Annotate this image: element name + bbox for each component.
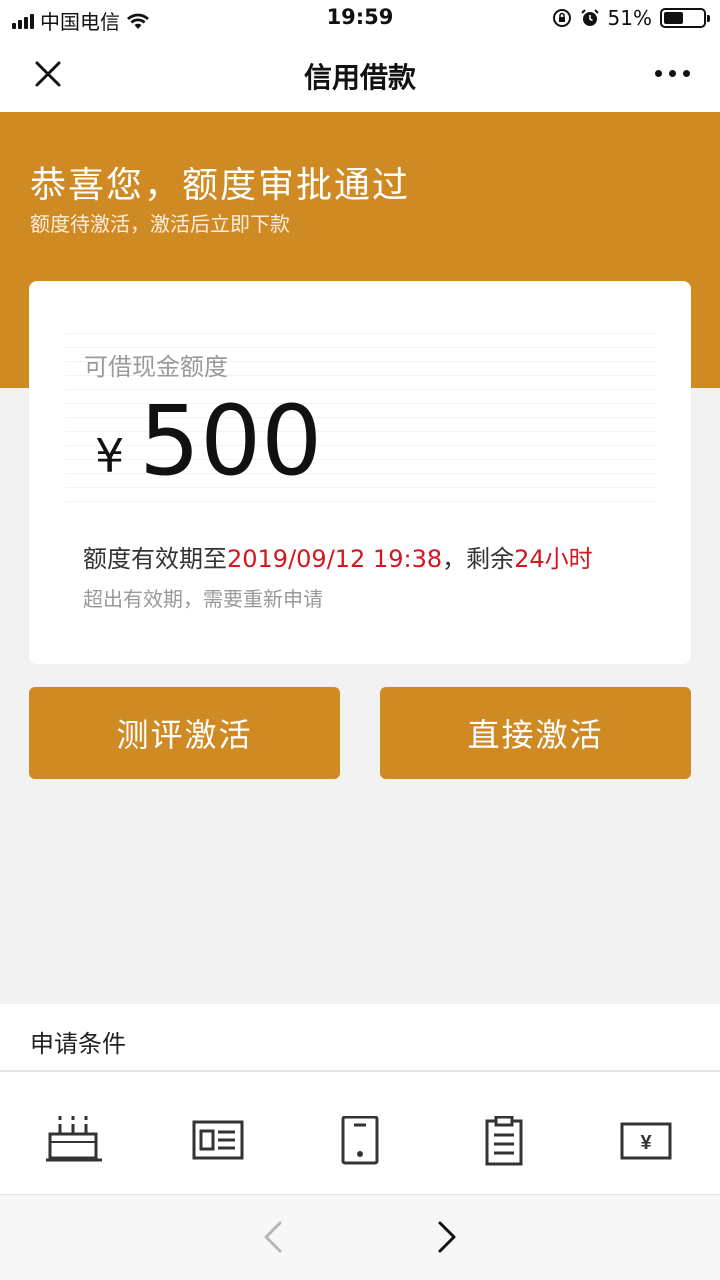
expiry-note: 超出有效期，需要重新申请 xyxy=(83,587,323,611)
direct-activate-button[interactable]: 直接激活 xyxy=(380,687,691,779)
id-card-icon xyxy=(192,1120,244,1160)
credit-limit-card: 可借现金额度 ¥ 500 额度有效期至2019/09/12 19:38，剩余24… xyxy=(29,281,691,664)
conditions-title: 申请条件 xyxy=(30,1030,126,1058)
conditions-divider xyxy=(0,1070,720,1072)
validity-text: 额度有效期至2019/09/12 19:38，剩余24小时 xyxy=(83,539,593,574)
rotation-lock-icon xyxy=(552,9,571,27)
banner-subtitle: 额度待激活，激活后立即下款 xyxy=(30,212,290,236)
battery-percent: 51% xyxy=(607,6,652,30)
bank-card-icon: ¥ xyxy=(620,1122,672,1160)
svg-text:¥: ¥ xyxy=(640,1132,652,1154)
credit-amount: 500 xyxy=(139,385,323,497)
back-arrow-icon[interactable] xyxy=(258,1219,288,1255)
conditions-section: 申请条件 ¥ xyxy=(0,1004,720,1194)
validity-remaining: 24小时 xyxy=(514,545,593,573)
battery-fill xyxy=(664,12,684,24)
evaluate-activate-button[interactable]: 测评激活 xyxy=(29,687,340,779)
alarm-icon xyxy=(580,9,599,26)
validity-date: 2019/09/12 19:38 xyxy=(227,545,443,573)
forward-arrow-icon[interactable] xyxy=(432,1219,462,1255)
validity-prefix: 额度有效期至 xyxy=(83,545,227,573)
currency-symbol: ¥ xyxy=(95,429,125,483)
nav-bar: 信用借款 xyxy=(0,36,720,112)
more-icon[interactable] xyxy=(655,70,690,77)
cake-icon xyxy=(46,1116,102,1162)
phone-icon xyxy=(341,1116,379,1165)
status-right: 51% xyxy=(552,6,710,30)
validity-mid: ，剩余 xyxy=(442,545,515,573)
amount-label: 可借现金额度 xyxy=(84,353,228,381)
battery-icon xyxy=(660,8,710,28)
page-title: 信用借款 xyxy=(303,61,416,94)
banner-title: 恭喜您，额度审批通过 xyxy=(30,165,411,206)
status-bar: 中国电信 19:59 51% xyxy=(0,0,720,36)
browser-bottom-bar xyxy=(0,1194,720,1280)
conditions-icons: ¥ xyxy=(0,1116,720,1166)
clipboard-icon xyxy=(485,1116,523,1166)
